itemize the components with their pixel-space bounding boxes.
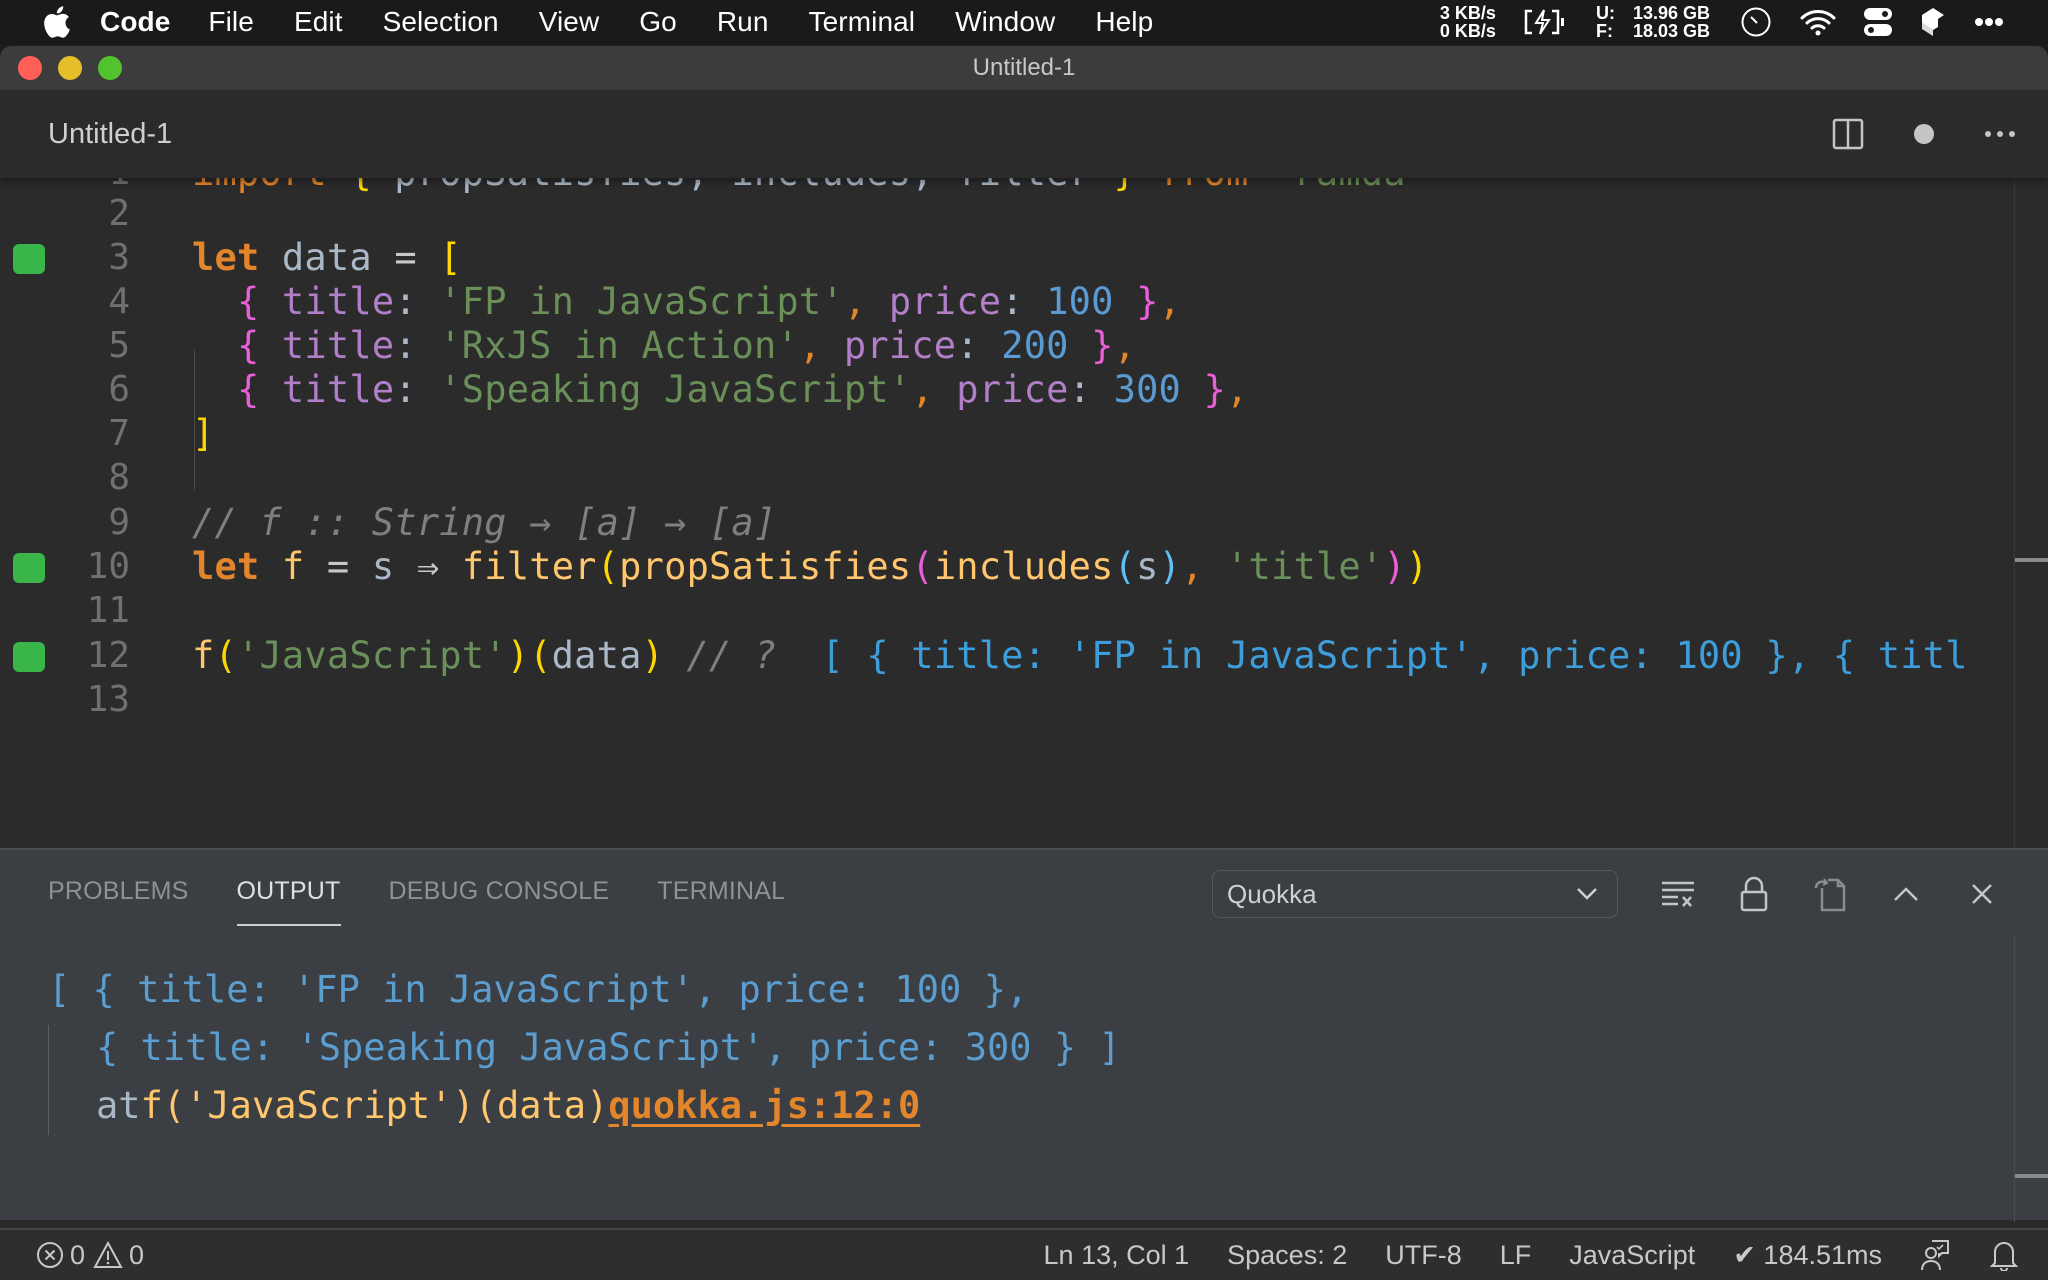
warning-count: 0	[129, 1239, 145, 1270]
clock-icon[interactable]	[1740, 6, 1772, 38]
tab-debug-console[interactable]: DEBUG CONSOLE	[389, 850, 610, 932]
feedback-icon[interactable]	[1920, 1239, 1950, 1271]
menu-help[interactable]: Help	[1095, 6, 1153, 38]
error-count: 0	[70, 1239, 86, 1270]
disk-free-value: 18.03 GB	[1632, 21, 1710, 41]
menu-edit[interactable]: Edit	[294, 6, 343, 38]
menu-run[interactable]: Run	[717, 6, 769, 38]
line-number: 8	[108, 456, 130, 498]
maximize-window-button[interactable]	[98, 56, 122, 80]
network-upload: 3 KB/s	[1439, 3, 1496, 23]
split-editor-icon[interactable]	[1810, 109, 1886, 159]
line-number: 13	[86, 678, 130, 720]
lock-scroll-icon[interactable]	[1716, 868, 1792, 920]
disk-monitor[interactable]: U: F: 13.96 GB 18.03 GB	[1596, 4, 1710, 40]
end-of-line[interactable]: LF	[1500, 1240, 1532, 1271]
more-icon[interactable]	[1974, 17, 2004, 27]
panel-header: PROBLEMS OUTPUT DEBUG CONSOLE TERMINAL Q…	[0, 850, 2048, 932]
error-icon	[36, 1241, 64, 1269]
menu-selection[interactable]: Selection	[383, 6, 499, 38]
chevron-down-icon	[1575, 881, 1599, 912]
macos-menu-bar: Code File Edit Selection View Go Run Ter…	[0, 0, 2048, 44]
disk-used-label: U:	[1595, 3, 1615, 23]
editor-tab-bar: Untitled-1	[0, 90, 2048, 178]
problems-status[interactable]: 0 0	[36, 1240, 152, 1271]
source-link[interactable]: quokka.js:12:0	[608, 1084, 920, 1127]
notifications-bell-icon[interactable]	[1990, 1239, 2018, 1271]
window-title: Untitled-1	[972, 54, 1076, 81]
minimize-window-button[interactable]	[58, 56, 82, 80]
coverage-indicator	[13, 553, 45, 583]
network-monitor[interactable]: 3 KB/s 0 KB/s	[1440, 4, 1496, 40]
tab-output[interactable]: OUTPUT	[236, 850, 341, 932]
coverage-indicator	[13, 642, 45, 672]
disk-free-label: F:	[1595, 21, 1613, 41]
output-line: at f('JavaScript')(data) quokka.js:12:0	[48, 1076, 1121, 1134]
apple-icon[interactable]	[42, 5, 72, 39]
output-content[interactable]: [ { title: 'FP in JavaScript', price: 10…	[48, 960, 1121, 1134]
encoding[interactable]: UTF-8	[1385, 1240, 1462, 1271]
more-actions-icon[interactable]	[1962, 109, 2038, 159]
tab-problems[interactable]: PROBLEMS	[48, 850, 189, 932]
menu-view[interactable]: View	[539, 6, 600, 38]
output-channel-value: Quokka	[1227, 878, 1317, 909]
tab-untitled-1[interactable]: Untitled-1	[48, 118, 172, 151]
cursor-position[interactable]: Ln 13, Col 1	[1044, 1240, 1190, 1271]
close-panel-icon[interactable]	[1944, 868, 2020, 920]
code-line-13[interactable]: 13	[0, 670, 2048, 728]
app-icon[interactable]	[1920, 7, 1946, 37]
output-channel-select[interactable]: Quokka	[1212, 870, 1618, 918]
network-download: 0 KB/s	[1439, 21, 1496, 41]
warning-icon	[93, 1241, 123, 1269]
panel-overview-mark	[2015, 1174, 2048, 1178]
battery-charging-icon[interactable]	[1522, 8, 1568, 36]
menu-terminal[interactable]: Terminal	[809, 6, 916, 38]
menu-file[interactable]: File	[208, 6, 254, 38]
output-line: [ { title: 'FP in JavaScript', price: 10…	[48, 967, 1029, 1011]
open-in-editor-icon[interactable]	[1792, 868, 1868, 920]
title-bar[interactable]: Untitled-1	[0, 46, 2048, 90]
line-number: 11	[86, 589, 130, 631]
scrollbar-track[interactable]	[2014, 178, 2015, 894]
menu-go[interactable]: Go	[639, 6, 677, 38]
indentation[interactable]: Spaces: 2	[1227, 1240, 1347, 1271]
unsaved-dot-icon[interactable]	[1886, 109, 1962, 159]
output-at: at	[96, 1083, 141, 1127]
language-mode[interactable]: JavaScript	[1569, 1240, 1695, 1271]
code-editor[interactable]: 1 import { propSatisfies, includes, filt…	[0, 178, 2048, 894]
control-center-icon[interactable]	[1864, 7, 1892, 37]
panel-scrollbar-track[interactable]	[2014, 934, 2015, 1222]
gutter	[0, 670, 60, 728]
quokka-timing[interactable]: ✔ 184.51ms	[1733, 1240, 1882, 1271]
menu-window[interactable]: Window	[955, 6, 1055, 38]
maximize-panel-icon[interactable]	[1868, 868, 1944, 920]
tab-terminal[interactable]: TERMINAL	[657, 850, 785, 932]
menu-app-code[interactable]: Code	[100, 6, 170, 38]
close-window-button[interactable]	[18, 56, 42, 80]
wifi-icon[interactable]	[1800, 8, 1836, 36]
output-line: { title: 'Speaking JavaScript', price: 3…	[96, 1025, 1121, 1069]
output-expression: f('JavaScript')(data)	[140, 1083, 609, 1127]
coverage-indicator	[13, 244, 45, 274]
status-bar: 0 0 Ln 13, Col 1 Spaces: 2 UTF-8 LF Java…	[0, 1228, 2048, 1280]
disk-used-value: 13.96 GB	[1632, 3, 1710, 23]
overview-ruler-mark	[2015, 558, 2048, 562]
output-panel: PROBLEMS OUTPUT DEBUG CONSOLE TERMINAL Q…	[0, 848, 2048, 1222]
clear-output-icon[interactable]	[1640, 868, 1716, 920]
